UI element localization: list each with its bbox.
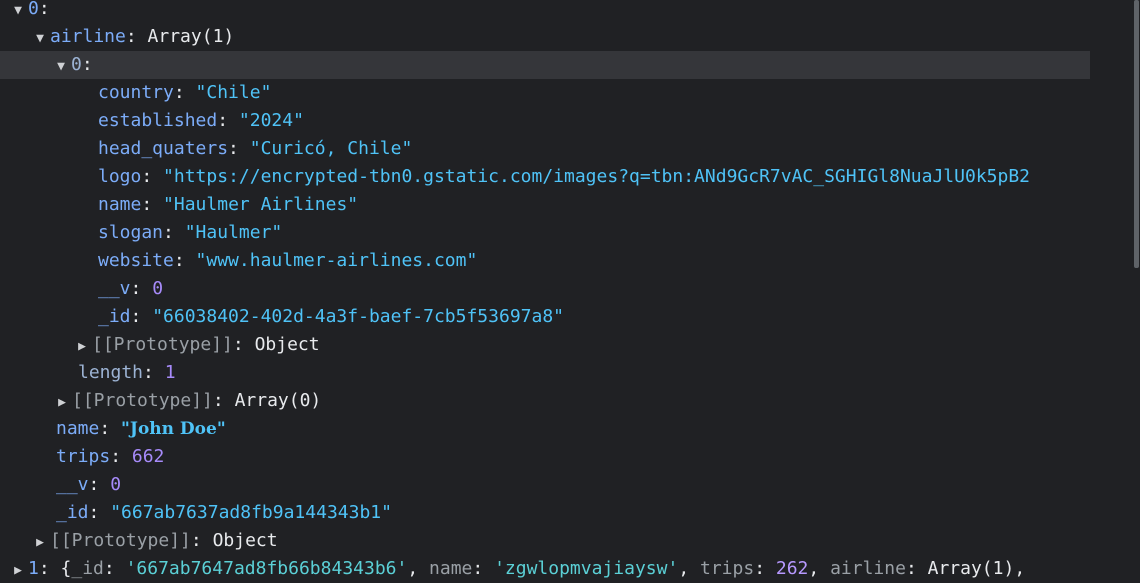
collapsed-triangle-icon[interactable]: ▶ [30, 529, 50, 555]
field-row-slogan[interactable]: slogan: "Haulmer" [0, 219, 1090, 247]
tree-row-item-0[interactable]: ▼ 0: [0, 0, 1090, 23]
field-row-country[interactable]: country: "Chile" [0, 79, 1090, 107]
field-row-head-quaters[interactable]: head_quaters: "Curicó, Chile" [0, 135, 1090, 163]
tree-row-airline[interactable]: ▼ airline: Array(1) [0, 23, 1090, 51]
tree-row-item-1[interactable]: ▶ 1: {_id: '667ab7647ad8fb66b84343b6', na… [0, 555, 1090, 583]
vertical-scrollbar[interactable] [1132, 0, 1140, 583]
tree-row-name[interactable]: name: "John Doe" [0, 415, 1090, 443]
tree-row-airline-prototype[interactable]: ▶ [[Prototype]]: Array(0) [0, 387, 1090, 415]
collapsed-triangle-icon[interactable]: ▶ [72, 333, 92, 359]
tree-row-airline-item-0[interactable]: ▼ 0: [0, 51, 1090, 79]
tree-row-length[interactable]: length: 1 [0, 359, 1090, 387]
field-row-id[interactable]: _id: "66038402-402d-4a3f-baef-7cb5f53697… [0, 303, 1090, 331]
collapsed-triangle-icon[interactable]: ▶ [8, 557, 28, 583]
field-row-v[interactable]: __v: 0 [0, 275, 1090, 303]
field-row-logo[interactable]: logo: "https://encrypted-tbn0.gstatic.co… [0, 163, 1090, 191]
expanded-triangle-icon[interactable]: ▼ [51, 53, 71, 79]
collapsed-triangle-icon[interactable]: ▶ [52, 389, 72, 415]
airline-summary: Array(1) [147, 26, 235, 47]
tree-row-id[interactable]: _id: "667ab7637ad8fb9a144343b1" [0, 499, 1090, 527]
devtools-console-object-tree: ▼ 0: ▼ airline: Array(1) ▼ 0: country: "Chi… [0, 0, 1090, 583]
tree-row-prototype[interactable]: ▶ [[Prototype]]: Object [0, 527, 1090, 555]
tree-row-airline-item-prototype[interactable]: ▶ [[Prototype]]: Object [0, 331, 1090, 359]
item-index: 0 [28, 0, 39, 19]
airline-key: airline [50, 26, 126, 47]
airline-item-index: 0 [71, 54, 82, 75]
tree-row-trips[interactable]: trips: 662 [0, 443, 1090, 471]
logo-url-value[interactable]: "https://encrypted-tbn0.gstatic.com/imag… [163, 166, 1030, 187]
scrollbar-thumb[interactable] [1134, 0, 1139, 268]
field-row-website[interactable]: website: "www.haulmer-airlines.com" [0, 247, 1090, 275]
field-row-name[interactable]: name: "Haulmer Airlines" [0, 191, 1090, 219]
field-row-established[interactable]: established: "2024" [0, 107, 1090, 135]
expanded-triangle-icon[interactable]: ▼ [8, 0, 28, 23]
expanded-triangle-icon[interactable]: ▼ [30, 25, 50, 51]
name-value: "John Doe" [121, 419, 226, 439]
tree-row-v[interactable]: __v: 0 [0, 471, 1090, 499]
